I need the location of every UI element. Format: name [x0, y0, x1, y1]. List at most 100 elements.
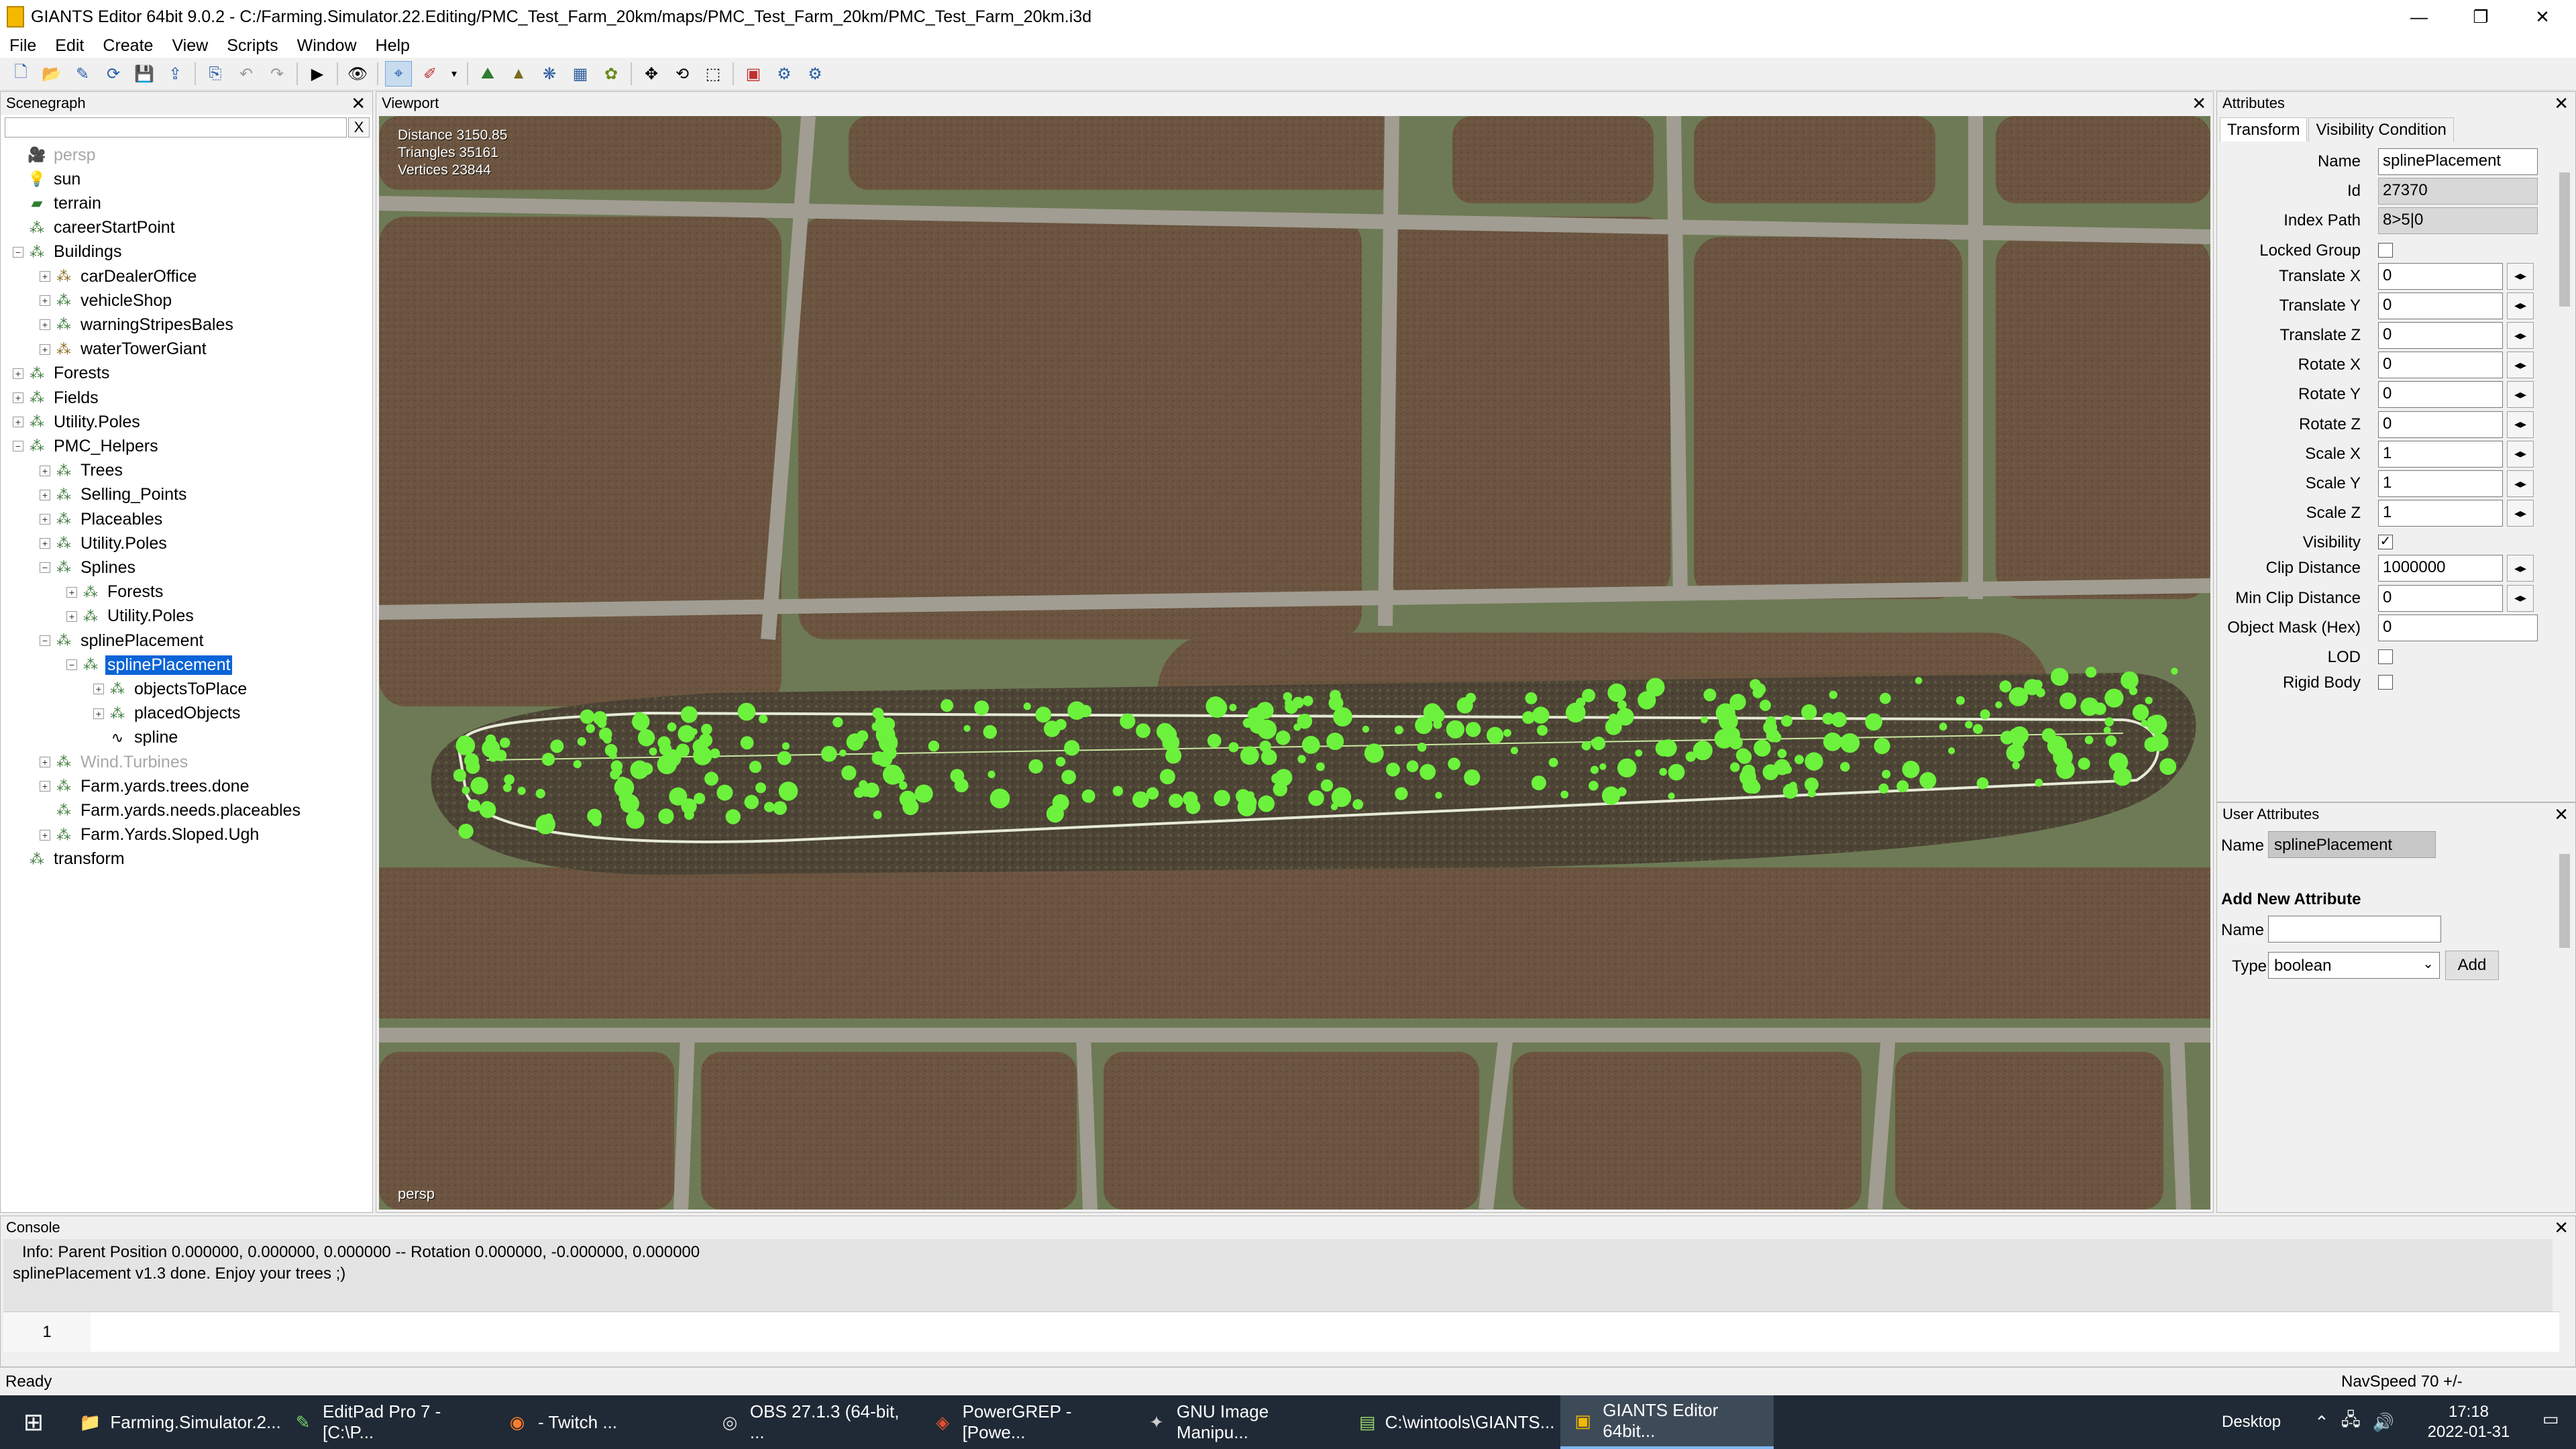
tree-item[interactable]: + ⁂ Selling_Points: [40, 483, 189, 507]
tree-item[interactable]: − ⁂ splinePlacement: [40, 629, 205, 653]
attributes-scrollbar[interactable]: [2557, 146, 2573, 790]
tree-item[interactable]: + ⁂ Forests: [13, 362, 111, 386]
new-attr-name-input[interactable]: [2268, 916, 2441, 943]
taskbar-item[interactable]: ▣ GIANTS Editor 64bit...: [1560, 1395, 1774, 1449]
dropdown-arrow-icon[interactable]: ▾: [448, 62, 460, 86]
viewport-close-icon[interactable]: ✕: [2192, 93, 2206, 114]
settings-gear-icon[interactable]: ⚙: [771, 62, 797, 86]
edit-file-icon[interactable]: ✎: [70, 62, 95, 86]
taskbar-item[interactable]: 📁 Farming.Simulator.2...: [67, 1395, 281, 1449]
tree-item[interactable]: + ⁂ Fields: [13, 386, 101, 410]
spin-arrows-icon[interactable]: ◂▸: [2507, 555, 2534, 582]
collapse-icon[interactable]: −: [13, 246, 23, 258]
attribute-checkbox[interactable]: [2378, 242, 2393, 258]
attribute-input[interactable]: 0: [2378, 322, 2503, 349]
notification-icon[interactable]: ▭: [2542, 1409, 2565, 1436]
collapse-icon[interactable]: −: [40, 635, 50, 646]
menu-scripts[interactable]: Scripts: [217, 36, 287, 56]
reload-icon[interactable]: ⟳: [101, 62, 126, 86]
attribute-input[interactable]: 1: [2378, 500, 2503, 527]
rotate-tool-icon[interactable]: ⟲: [669, 62, 695, 86]
attribute-input[interactable]: 1: [2378, 470, 2503, 497]
expand-icon[interactable]: +: [40, 489, 50, 500]
console-script-input[interactable]: 1: [3, 1311, 2559, 1352]
copy-icon[interactable]: ⎘: [203, 62, 228, 86]
tree-item[interactable]: − ⁂ splinePlacement: [66, 653, 233, 677]
spin-arrows-icon[interactable]: ◂▸: [2507, 584, 2534, 612]
taskbar-item[interactable]: ◎ OBS 27.1.3 (64-bit, ...: [707, 1395, 920, 1449]
3d-viewport[interactable]: Distance 3150.85 Triangles 35161 Vertice…: [379, 116, 2210, 1210]
attribute-checkbox[interactable]: ✓: [2378, 535, 2393, 550]
expand-icon[interactable]: +: [40, 271, 50, 282]
spin-arrows-icon[interactable]: ◂▸: [2507, 322, 2534, 349]
menu-create[interactable]: Create: [93, 36, 162, 56]
user-attributes-scrollbar[interactable]: [2557, 830, 2573, 1205]
scale-tool-icon[interactable]: ⬚: [700, 62, 726, 86]
redo-icon[interactable]: ↷: [264, 62, 290, 86]
density-paint-icon[interactable]: ▦: [568, 62, 593, 86]
menu-edit[interactable]: Edit: [46, 36, 93, 56]
scenegraph-search-clear-button[interactable]: X: [348, 117, 370, 138]
spin-arrows-icon[interactable]: ◂▸: [2507, 411, 2534, 438]
tree-item[interactable]: + ⁂ waterTowerGiant: [40, 337, 209, 362]
attributes-close-icon[interactable]: ✕: [2554, 93, 2569, 114]
move-tool-icon[interactable]: ✥: [639, 62, 664, 86]
menu-window[interactable]: Window: [288, 36, 366, 56]
expand-icon[interactable]: +: [40, 781, 50, 792]
collapse-icon[interactable]: −: [66, 659, 77, 671]
expand-icon[interactable]: +: [93, 708, 104, 719]
tree-item[interactable]: ⁂ careerStartPoint: [13, 216, 177, 240]
tree-item[interactable]: + ⁂ Utility.Poles: [13, 410, 142, 434]
tree-item[interactable]: + ⁂ warningStripesBales: [40, 313, 235, 337]
spin-arrows-icon[interactable]: ◂▸: [2507, 262, 2534, 290]
chevron-up-icon[interactable]: ⌃: [2314, 1412, 2329, 1433]
tree-item[interactable]: ∿ spline: [93, 726, 180, 750]
attribute-input[interactable]: 0: [2378, 584, 2503, 612]
new-attr-type-select[interactable]: boolean ⌄: [2268, 952, 2440, 979]
expand-icon[interactable]: +: [13, 392, 23, 403]
close-window-button[interactable]: ✕: [2512, 0, 2573, 34]
expand-icon[interactable]: +: [40, 343, 50, 355]
taskbar-item[interactable]: ✦ GNU Image Manipu...: [1134, 1395, 1347, 1449]
tree-item[interactable]: 🎥 persp: [13, 143, 98, 167]
tree-item[interactable]: + ⁂ carDealerOffice: [40, 264, 199, 288]
spin-arrows-icon[interactable]: ◂▸: [2507, 381, 2534, 409]
export-icon[interactable]: ⇪: [162, 62, 188, 86]
tree-item[interactable]: + ⁂ placedObjects: [93, 702, 242, 726]
tree-item[interactable]: ⁂ Farm.yards.needs.placeables: [40, 798, 303, 822]
tree-item[interactable]: − ⁂ PMC_Helpers: [13, 434, 160, 458]
start-button[interactable]: ⊞: [0, 1395, 67, 1449]
spin-arrows-icon[interactable]: ◂▸: [2507, 500, 2534, 527]
select-mode-icon[interactable]: ⌖: [385, 61, 412, 87]
maximize-button[interactable]: ❐: [2450, 0, 2512, 34]
add-attribute-button[interactable]: Add: [2445, 951, 2499, 980]
tree-item[interactable]: − ⁂ Buildings: [13, 240, 123, 264]
console-close-icon[interactable]: ✕: [2554, 1218, 2569, 1238]
attribute-input[interactable]: 1000000: [2378, 555, 2503, 582]
script-settings-icon[interactable]: ⚙: [802, 62, 828, 86]
tree-item[interactable]: 💡 sun: [13, 167, 83, 191]
attribute-checkbox[interactable]: [2378, 649, 2393, 664]
tree-item[interactable]: + ⁂ Trees: [40, 459, 125, 483]
attribute-input[interactable]: 0: [2378, 381, 2503, 409]
expand-icon[interactable]: +: [66, 586, 77, 598]
paint-mode-icon[interactable]: ✐: [417, 62, 443, 86]
expand-icon[interactable]: +: [40, 465, 50, 476]
expand-icon[interactable]: +: [40, 295, 50, 307]
volume-icon[interactable]: 🔊: [2373, 1412, 2394, 1433]
attribute-input[interactable]: 0: [2378, 352, 2503, 379]
menu-view[interactable]: View: [162, 36, 217, 56]
scenegraph-search-input[interactable]: [5, 117, 347, 138]
expand-icon[interactable]: +: [40, 757, 50, 767]
collapse-icon[interactable]: −: [13, 441, 23, 452]
menu-help[interactable]: Help: [366, 36, 419, 56]
expand-icon[interactable]: +: [40, 829, 50, 841]
tree-item[interactable]: + ⁂ Wind.Turbines: [40, 750, 190, 774]
tree-item[interactable]: − ⁂ Splines: [40, 555, 138, 580]
tree-item[interactable]: + ⁂ Forests: [66, 580, 165, 604]
new-file-icon[interactable]: 🗋: [8, 62, 34, 86]
tree-item[interactable]: ⁂ transform: [13, 847, 127, 871]
tree-item[interactable]: + ⁂ vehicleShop: [40, 288, 174, 313]
tree-item[interactable]: ▰ terrain: [13, 191, 103, 215]
menu-file[interactable]: File: [0, 36, 46, 56]
